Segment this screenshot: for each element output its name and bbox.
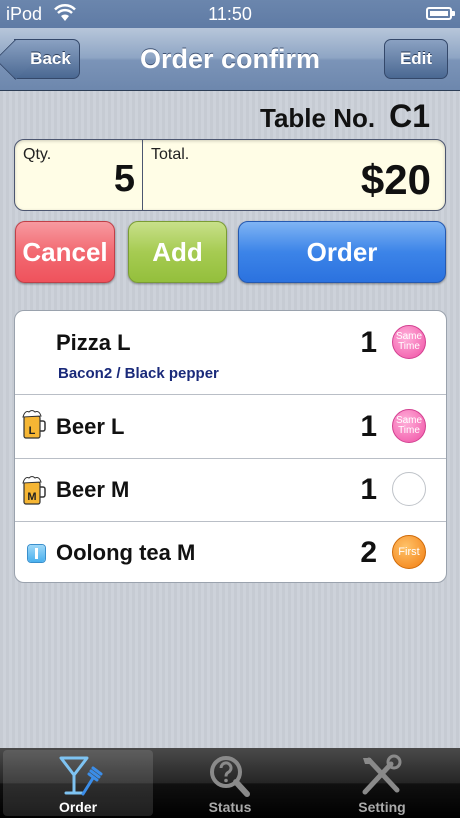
tea-icon (28, 545, 45, 562)
order-button[interactable]: Order (238, 221, 446, 283)
magnifier-question-icon (210, 756, 250, 797)
back-button[interactable]: Back (14, 39, 80, 79)
total-label: Total. (151, 146, 190, 163)
list-item[interactable]: M Beer M 1 (15, 459, 446, 522)
cancel-button[interactable]: Cancel (15, 221, 115, 283)
table-number: Table No. C1 (260, 98, 430, 135)
item-name: Beer M (56, 477, 130, 502)
status-bar: iPod 11:50 (0, 0, 460, 28)
summary-divider (142, 140, 143, 210)
serve-timing-badge[interactable]: First (392, 535, 426, 569)
item-name: Oolong tea M (56, 540, 196, 565)
tab-label: Setting (358, 799, 406, 815)
item-qty: 1 (360, 410, 377, 443)
serve-timing-badge[interactable] (392, 472, 426, 506)
tab-label: Order (58, 799, 98, 815)
qty-value: 5 (113, 158, 135, 200)
tab-status[interactable]: Status (155, 750, 305, 816)
beer-mug-L-icon: L (22, 410, 46, 439)
item-qty: 1 (360, 473, 377, 506)
tools-icon (362, 754, 402, 795)
item-name: Pizza L (56, 330, 131, 355)
item-name: Beer L (56, 414, 125, 439)
table-number-value: C1 (389, 98, 430, 134)
list-item[interactable]: L Beer L 1 Same Time (15, 395, 446, 459)
item-qty: 2 (360, 536, 377, 569)
total-value: $20 (360, 156, 431, 203)
serve-timing-badge[interactable]: Same Time (392, 409, 426, 443)
edit-button[interactable]: Edit (384, 39, 448, 79)
beer-size-letter: M (27, 491, 36, 503)
add-button[interactable]: Add (128, 221, 227, 283)
battery-icon (426, 7, 455, 20)
beer-mug-M-icon: M (22, 476, 46, 505)
beer-size-letter: L (29, 425, 36, 437)
table-number-label: Table No. (260, 103, 376, 133)
order-summary: Qty. 5 Total. $20 (14, 139, 446, 211)
navigation-bar: Back Order confirm Edit (0, 28, 460, 91)
tab-bar: Order Status Setting (0, 748, 460, 818)
clock: 11:50 (208, 4, 252, 24)
cocktail-fork-icon (59, 756, 103, 796)
list-item[interactable]: Oolong tea M 2 First (15, 522, 446, 582)
serve-timing-badge[interactable]: Same Time (392, 325, 426, 359)
item-options: Bacon2 / Black pepper (58, 365, 219, 382)
tab-label: Status (208, 799, 252, 815)
item-qty: 1 (360, 326, 377, 359)
tab-setting[interactable]: Setting (307, 750, 457, 816)
order-item-list: Pizza L Bacon2 / Black pepper 1 Same Time… (14, 310, 447, 583)
list-item[interactable]: Pizza L Bacon2 / Black pepper 1 Same Time (15, 311, 446, 395)
tab-order[interactable]: Order (3, 750, 153, 816)
